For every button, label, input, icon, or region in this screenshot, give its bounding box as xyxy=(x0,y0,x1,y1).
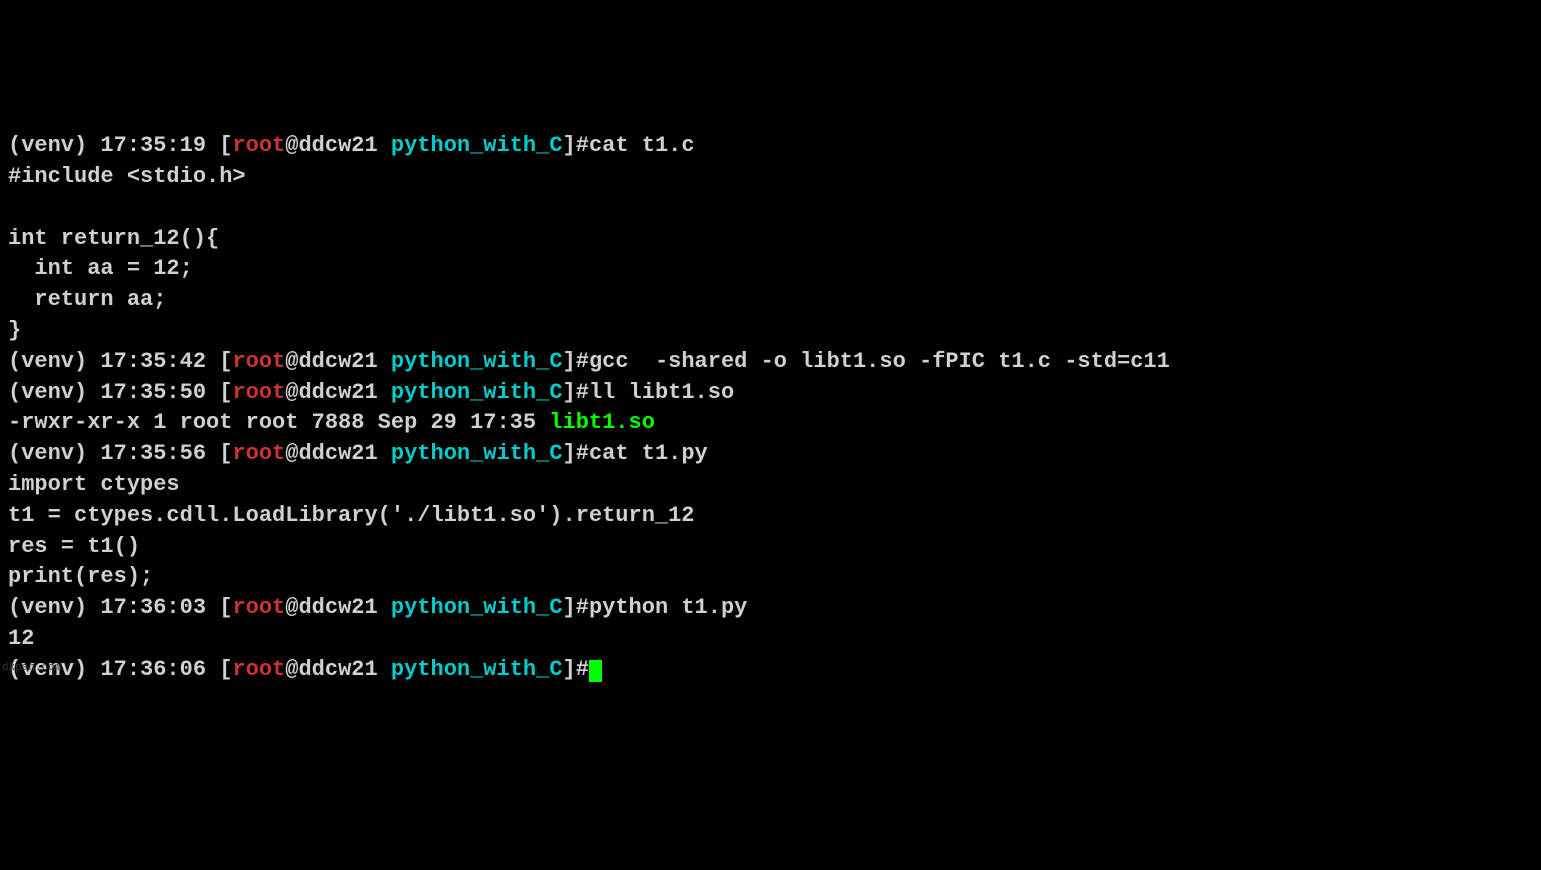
prompt-cwd: python_with_C xyxy=(391,441,563,466)
output-text: int return_12(){ xyxy=(8,226,219,251)
prompt-user: root xyxy=(232,349,285,374)
prompt-user: root xyxy=(232,595,285,620)
terminal-line: print(res); xyxy=(8,562,1533,593)
prompt-cwd: python_with_C xyxy=(391,595,563,620)
terminal-line: res = t1() xyxy=(8,532,1533,563)
terminal-line: -rwxr-xr-x 1 root root 7888 Sep 29 17:35… xyxy=(8,408,1533,439)
terminal-line: (venv) 17:36:03 [root@ddcw21 python_with… xyxy=(8,593,1533,624)
prompt-command: ll libt1.so xyxy=(589,380,734,405)
output-text: #include <stdio.h> xyxy=(8,164,246,189)
prompt-user: root xyxy=(232,133,285,158)
prompt-host: ddcw21 xyxy=(298,595,377,620)
prompt-time: 17:35:42 xyxy=(100,349,206,374)
prompt-cwd: python_with_C xyxy=(391,349,563,374)
ls-filename: libt1.so xyxy=(549,410,655,435)
terminal-line: int return_12(){ xyxy=(8,224,1533,255)
prompt-time: 17:35:50 xyxy=(100,380,206,405)
terminal-line xyxy=(8,193,1533,224)
prompt-host: ddcw21 xyxy=(298,380,377,405)
terminal-line: (venv) 17:35:50 [root@ddcw21 python_with… xyxy=(8,378,1533,409)
prompt-venv: (venv) xyxy=(8,441,87,466)
terminal-line: int aa = 12; xyxy=(8,254,1533,285)
prompt-venv: (venv) xyxy=(8,595,87,620)
prompt-host: ddcw21 xyxy=(298,441,377,466)
output-text: 12 xyxy=(8,626,34,651)
terminal-line: (venv) 17:35:42 [root@ddcw21 python_with… xyxy=(8,347,1533,378)
terminal-line: #include <stdio.h> xyxy=(8,162,1533,193)
terminal[interactable]: (venv) 17:35:19 [root@ddcw21 python_with… xyxy=(8,131,1533,685)
prompt-command: gcc -shared -o libt1.so -fPIC t1.c -std=… xyxy=(589,349,1170,374)
prompt-time: 17:35:19 xyxy=(100,133,206,158)
terminal-line: (venv) 17:35:56 [root@ddcw21 python_with… xyxy=(8,439,1533,470)
prompt-user: root xyxy=(232,441,285,466)
prompt-user: root xyxy=(232,380,285,405)
terminal-line: import ctypes xyxy=(8,470,1533,501)
prompt-time: 17:35:56 xyxy=(100,441,206,466)
terminal-line: (venv) 17:35:19 [root@ddcw21 python_with… xyxy=(8,131,1533,162)
terminal-line: return aa; xyxy=(8,285,1533,316)
prompt-command: cat t1.c xyxy=(589,133,695,158)
prompt-venv: (venv) xyxy=(8,349,87,374)
cursor xyxy=(589,660,602,682)
output-text: } xyxy=(8,318,21,343)
output-text: return aa; xyxy=(8,287,166,312)
prompt-cwd: python_with_C xyxy=(391,133,563,158)
terminal-line: 12 xyxy=(8,624,1533,655)
terminal-line: (venv) 17:36:06 [root@ddcw21 python_with… xyxy=(8,655,1533,686)
ls-perms: -rwxr-xr-x 1 root root 7888 Sep 29 17:35 xyxy=(8,410,549,435)
output-text: t1 = ctypes.cdll.LoadLibrary('./libt1.so… xyxy=(8,503,695,528)
prompt-time: 17:36:03 xyxy=(100,595,206,620)
prompt-venv: (venv) xyxy=(8,133,87,158)
watermark: dkpan.com xyxy=(2,661,61,676)
output-text: import ctypes xyxy=(8,472,180,497)
output-text: print(res); xyxy=(8,564,153,589)
output-text xyxy=(8,195,21,220)
prompt-command: cat t1.py xyxy=(589,441,708,466)
prompt-host: ddcw21 xyxy=(298,133,377,158)
terminal-line: t1 = ctypes.cdll.LoadLibrary('./libt1.so… xyxy=(8,501,1533,532)
terminal-line: } xyxy=(8,316,1533,347)
output-text: int aa = 12; xyxy=(8,256,193,281)
prompt-venv: (venv) xyxy=(8,380,87,405)
prompt-host: ddcw21 xyxy=(298,349,377,374)
output-text: res = t1() xyxy=(8,534,140,559)
prompt-command: python t1.py xyxy=(589,595,747,620)
prompt-cwd: python_with_C xyxy=(391,380,563,405)
